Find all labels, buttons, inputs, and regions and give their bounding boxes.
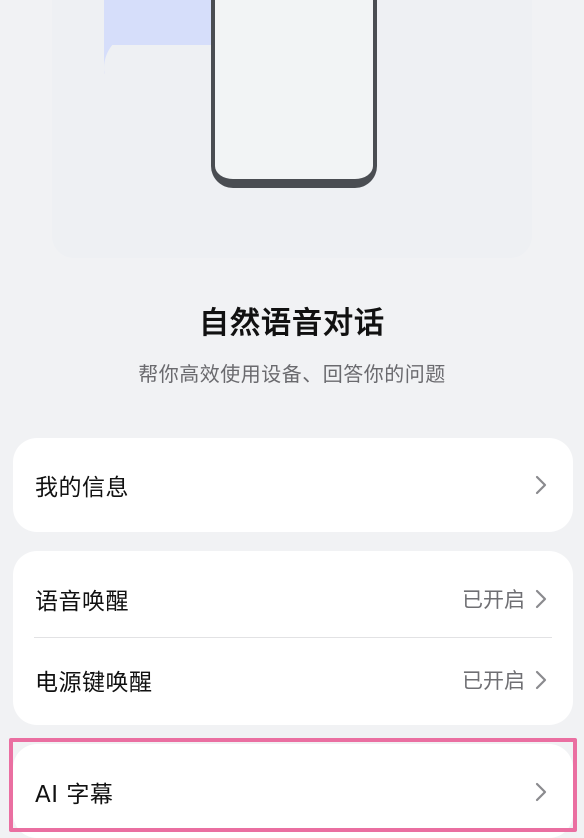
settings-card-profile: 我的信息 xyxy=(13,438,573,532)
row-status: 已开启 xyxy=(462,669,525,693)
settings-card-ai-subtitles: AI 字幕 xyxy=(13,744,573,838)
chevron-right-icon xyxy=(535,670,547,690)
hero-illustration xyxy=(52,0,532,258)
phone-graphic xyxy=(211,0,377,188)
page-subtitle: 帮你高效使用设备、回答你的问题 xyxy=(138,362,446,386)
row-label: 我的信息 xyxy=(35,475,129,501)
row-label: 语音唤醒 xyxy=(35,589,129,615)
my-info-row[interactable]: 我的信息 xyxy=(13,442,573,528)
speech-bubble-tail-graphic xyxy=(104,38,144,74)
power-key-wake-row[interactable]: 电源键唤醒 已开启 xyxy=(13,637,573,723)
settings-card-wake: 语音唤醒 已开启 电源键唤醒 已开启 xyxy=(13,551,573,725)
chevron-right-icon xyxy=(535,475,547,495)
page-title: 自然语音对话 xyxy=(199,306,385,341)
row-label: AI 字幕 xyxy=(35,782,114,808)
row-status: 已开启 xyxy=(462,588,525,612)
voice-wake-row[interactable]: 语音唤醒 已开启 xyxy=(13,556,573,642)
ai-subtitles-row[interactable]: AI 字幕 xyxy=(13,749,573,835)
chevron-right-icon xyxy=(535,589,547,609)
row-label: 电源键唤醒 xyxy=(35,670,153,696)
chevron-right-icon xyxy=(535,782,547,802)
